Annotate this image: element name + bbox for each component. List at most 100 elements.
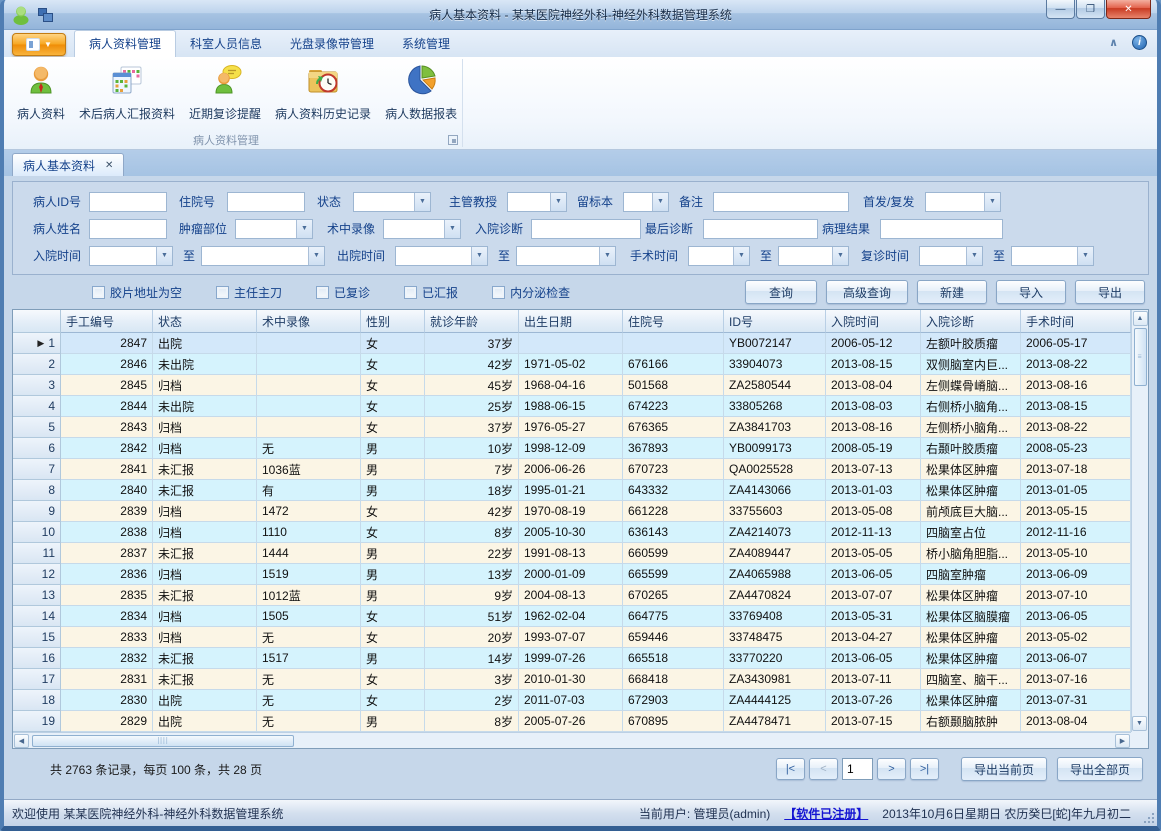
table-cell[interactable]: 2013-08-16 (826, 417, 921, 438)
table-cell[interactable]: 女 (361, 417, 425, 438)
table-cell[interactable]: 归档 (153, 417, 257, 438)
table-cell[interactable]: 2829 (61, 711, 153, 732)
table-header-cell[interactable] (13, 310, 61, 333)
table-cell[interactable]: 归档 (153, 501, 257, 522)
chevron-down-icon[interactable]: ▼ (414, 193, 430, 211)
table-cell[interactable] (257, 333, 361, 354)
table-cell[interactable]: 2013-07-10 (1021, 585, 1131, 606)
table-cell[interactable]: 2013-05-08 (826, 501, 921, 522)
table-cell[interactable]: 女 (361, 396, 425, 417)
new-button[interactable]: 新建 (917, 280, 987, 304)
table-cell[interactable]: 1993-07-07 (519, 627, 623, 648)
table-cell[interactable]: 1962-02-04 (519, 606, 623, 627)
app-menu-button[interactable]: ▼ (12, 33, 66, 56)
table-cell[interactable]: 665599 (623, 564, 724, 585)
table-cell[interactable]: 2013-05-02 (1021, 627, 1131, 648)
filter-input[interactable] (89, 219, 167, 239)
table-cell[interactable]: 男 (361, 711, 425, 732)
table-cell[interactable]: 男 (361, 480, 425, 501)
table-cell[interactable]: 2013-06-05 (1021, 606, 1131, 627)
ribbon-tab[interactable]: 病人资料管理 (74, 30, 176, 57)
chevron-down-icon[interactable]: ▼ (1077, 247, 1093, 265)
table-cell[interactable]: 松果体区肿瘤 (921, 690, 1021, 711)
pager-prev-button[interactable]: < (809, 758, 838, 780)
table-cell[interactable]: 松果体区肿瘤 (921, 480, 1021, 501)
table-cell[interactable]: 归档 (153, 564, 257, 585)
table-cell[interactable]: 双侧脑室内巨... (921, 354, 1021, 375)
table-cell[interactable]: 无 (257, 669, 361, 690)
table-cell[interactable]: 无 (257, 438, 361, 459)
table-cell[interactable]: 1012蓝 (257, 585, 361, 606)
table-cell[interactable]: 2013-07-31 (1021, 690, 1131, 711)
table-cell[interactable]: 女 (361, 333, 425, 354)
table-cell[interactable]: ZA4444125 (724, 690, 826, 711)
table-cell[interactable]: 1999-07-26 (519, 648, 623, 669)
filter-combo[interactable]: ▼ (353, 192, 431, 212)
table-row[interactable]: 132835未汇报1012蓝男9岁2004-08-13670265ZA44708… (13, 585, 1131, 606)
table-cell[interactable]: 2013-01-05 (1021, 480, 1131, 501)
table-header-cell[interactable]: 术中录像 (257, 310, 361, 333)
table-cell[interactable]: 松果体区脑膜瘤 (921, 606, 1021, 627)
table-cell[interactable]: 2013-08-22 (1021, 417, 1131, 438)
table-cell[interactable]: 665518 (623, 648, 724, 669)
table-cell[interactable]: 2013-07-15 (826, 711, 921, 732)
table-cell[interactable]: 归档 (153, 375, 257, 396)
table-cell[interactable]: 2004-08-13 (519, 585, 623, 606)
filter-checkbox[interactable]: 已复诊 (316, 284, 370, 301)
table-cell[interactable]: ZA2580544 (724, 375, 826, 396)
table-cell[interactable] (519, 333, 623, 354)
table-cell[interactable]: ZA3841703 (724, 417, 826, 438)
table-cell[interactable]: 2013-06-05 (826, 564, 921, 585)
table-cell[interactable]: 3岁 (425, 669, 519, 690)
table-cell[interactable]: 1995-01-21 (519, 480, 623, 501)
table-cell[interactable]: 2013-07-13 (826, 459, 921, 480)
table-cell[interactable]: 无 (257, 690, 361, 711)
table-cell[interactable]: 676166 (623, 354, 724, 375)
table-cell[interactable]: 670895 (623, 711, 724, 732)
table-cell[interactable]: 2013-08-04 (1021, 711, 1131, 732)
filter-combo[interactable]: ▼ (623, 192, 669, 212)
table-cell[interactable]: 2013-07-16 (1021, 669, 1131, 690)
table-cell[interactable]: 2842 (61, 438, 153, 459)
table-cell[interactable]: 33904073 (724, 354, 826, 375)
chevron-down-icon[interactable]: ▼ (308, 247, 324, 265)
table-row[interactable]: 172831未汇报无女3岁2010-01-30668418ZA343098120… (13, 669, 1131, 690)
table-cell[interactable]: 2835 (61, 585, 153, 606)
table-cell[interactable]: 未汇报 (153, 543, 257, 564)
table-cell[interactable]: 出院 (153, 690, 257, 711)
table-cell[interactable]: 四脑室、脑干... (921, 669, 1021, 690)
table-cell[interactable]: 670265 (623, 585, 724, 606)
table-cell[interactable]: 未汇报 (153, 648, 257, 669)
table-cell[interactable]: 2013-08-03 (826, 396, 921, 417)
scroll-right-icon[interactable]: ▶ (1115, 734, 1130, 748)
table-cell[interactable]: 2013-05-05 (826, 543, 921, 564)
table-cell[interactable]: 20岁 (425, 627, 519, 648)
table-cell[interactable]: 7岁 (425, 459, 519, 480)
filter-combo[interactable]: ▼ (1011, 246, 1094, 266)
table-cell[interactable]: 2006-05-12 (826, 333, 921, 354)
table-cell[interactable]: 2013-07-18 (1021, 459, 1131, 480)
table-cell[interactable]: 14岁 (425, 648, 519, 669)
table-cell[interactable]: 42岁 (425, 354, 519, 375)
ribbon-button[interactable]: 近期复诊提醒 (182, 61, 268, 129)
table-cell[interactable]: 2013-08-22 (1021, 354, 1131, 375)
filter-combo[interactable]: ▼ (919, 246, 983, 266)
table-row[interactable]: 22846未出院女42岁1971-05-02676166339040732013… (13, 354, 1131, 375)
checkbox-icon[interactable] (492, 286, 505, 299)
pager-last-button[interactable]: >| (910, 758, 939, 780)
table-header-cell[interactable]: 状态 (153, 310, 257, 333)
scroll-left-icon[interactable]: ◀ (14, 734, 29, 748)
table-cell[interactable]: 2010-01-30 (519, 669, 623, 690)
table-row[interactable]: 102838归档1110女8岁2005-10-30636143ZA4214073… (13, 522, 1131, 543)
table-cell[interactable]: 33805268 (724, 396, 826, 417)
table-cell[interactable]: 1998-12-09 (519, 438, 623, 459)
horizontal-scroll-thumb[interactable]: |||| (32, 735, 294, 747)
table-cell[interactable]: 右侧桥小脑角... (921, 396, 1021, 417)
table-cell[interactable]: 2832 (61, 648, 153, 669)
table-cell[interactable]: 51岁 (425, 606, 519, 627)
table-cell[interactable]: 2843 (61, 417, 153, 438)
info-icon[interactable]: i (1132, 35, 1147, 50)
table-cell[interactable]: ZA4089447 (724, 543, 826, 564)
table-header-cell[interactable]: 就诊年龄 (425, 310, 519, 333)
table-cell[interactable]: 2834 (61, 606, 153, 627)
